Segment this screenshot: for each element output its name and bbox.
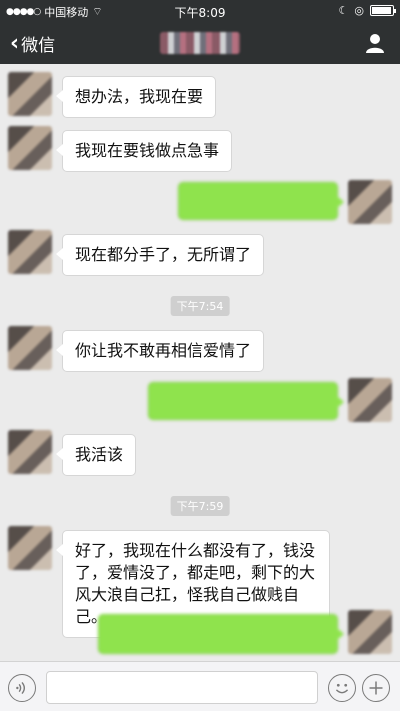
contact-avatar[interactable] (8, 526, 52, 570)
back-label: 微信 (21, 36, 56, 56)
person-icon[interactable] (364, 32, 386, 54)
voice-icon[interactable] (8, 674, 36, 702)
message-row: 我现在要钱做点急事 (0, 126, 400, 172)
my-message-bubble (178, 182, 344, 220)
message-input[interactable] (46, 671, 318, 704)
message-row (0, 378, 400, 426)
input-bar (0, 661, 400, 711)
location-lock-icon: ◎ (354, 4, 364, 17)
contact-avatar[interactable] (8, 72, 52, 116)
message-row: 你让我不敢再相信爱情了 (0, 326, 400, 372)
moon-icon: ☾ (338, 4, 349, 17)
contact-avatar[interactable] (8, 126, 52, 170)
back-button[interactable]: ‹ 微信 (10, 31, 55, 56)
my-avatar[interactable] (348, 610, 392, 654)
message-bubble: 现在都分手了，无所谓了 (55, 234, 265, 276)
timestamp: 下午7:54 (170, 296, 230, 316)
status-bar: ●●●●○ 中国移动 ⌔ 下午8:09 ☾ ◎ (0, 0, 400, 22)
message-bubble: 我活该 (55, 434, 137, 476)
message-row: 现在都分手了，无所谓了 (0, 230, 400, 276)
navigation-bar: ‹ 微信 (0, 22, 400, 64)
emoji-icon[interactable] (328, 674, 356, 702)
message-row (0, 180, 400, 226)
timestamp: 下午7:59 (170, 496, 230, 516)
my-avatar[interactable] (348, 180, 392, 224)
my-message-bubble (148, 382, 344, 420)
message-row: 好了，我现在什么都没有了，钱没了，爱情没了，都走吧，剩下的大风大浪自己扛，怪我自… (0, 526, 400, 638)
plus-icon[interactable] (362, 674, 390, 702)
message-row (0, 610, 400, 658)
message-bubble: 我现在要钱做点急事 (55, 130, 233, 172)
message-bubble: 你让我不敢再相信爱情了 (55, 330, 265, 372)
message-row: 我活该 (0, 430, 400, 476)
chat-title-blurred (160, 32, 240, 54)
contact-avatar[interactable] (8, 326, 52, 370)
contact-avatar[interactable] (8, 230, 52, 274)
my-message-bubble (98, 614, 344, 654)
battery-icon (370, 5, 396, 16)
my-avatar[interactable] (348, 378, 392, 422)
chevron-left-icon: ‹ (10, 30, 20, 56)
contact-avatar[interactable] (8, 430, 52, 474)
message-bubble: 想办法，我现在要 (55, 76, 217, 118)
message-row: 想办法，我现在要 (0, 72, 400, 118)
chat-area[interactable]: 想办法，我现在要 我现在要钱做点急事 现在都分手了，无所谓了 下午7:54 你让… (0, 64, 400, 661)
